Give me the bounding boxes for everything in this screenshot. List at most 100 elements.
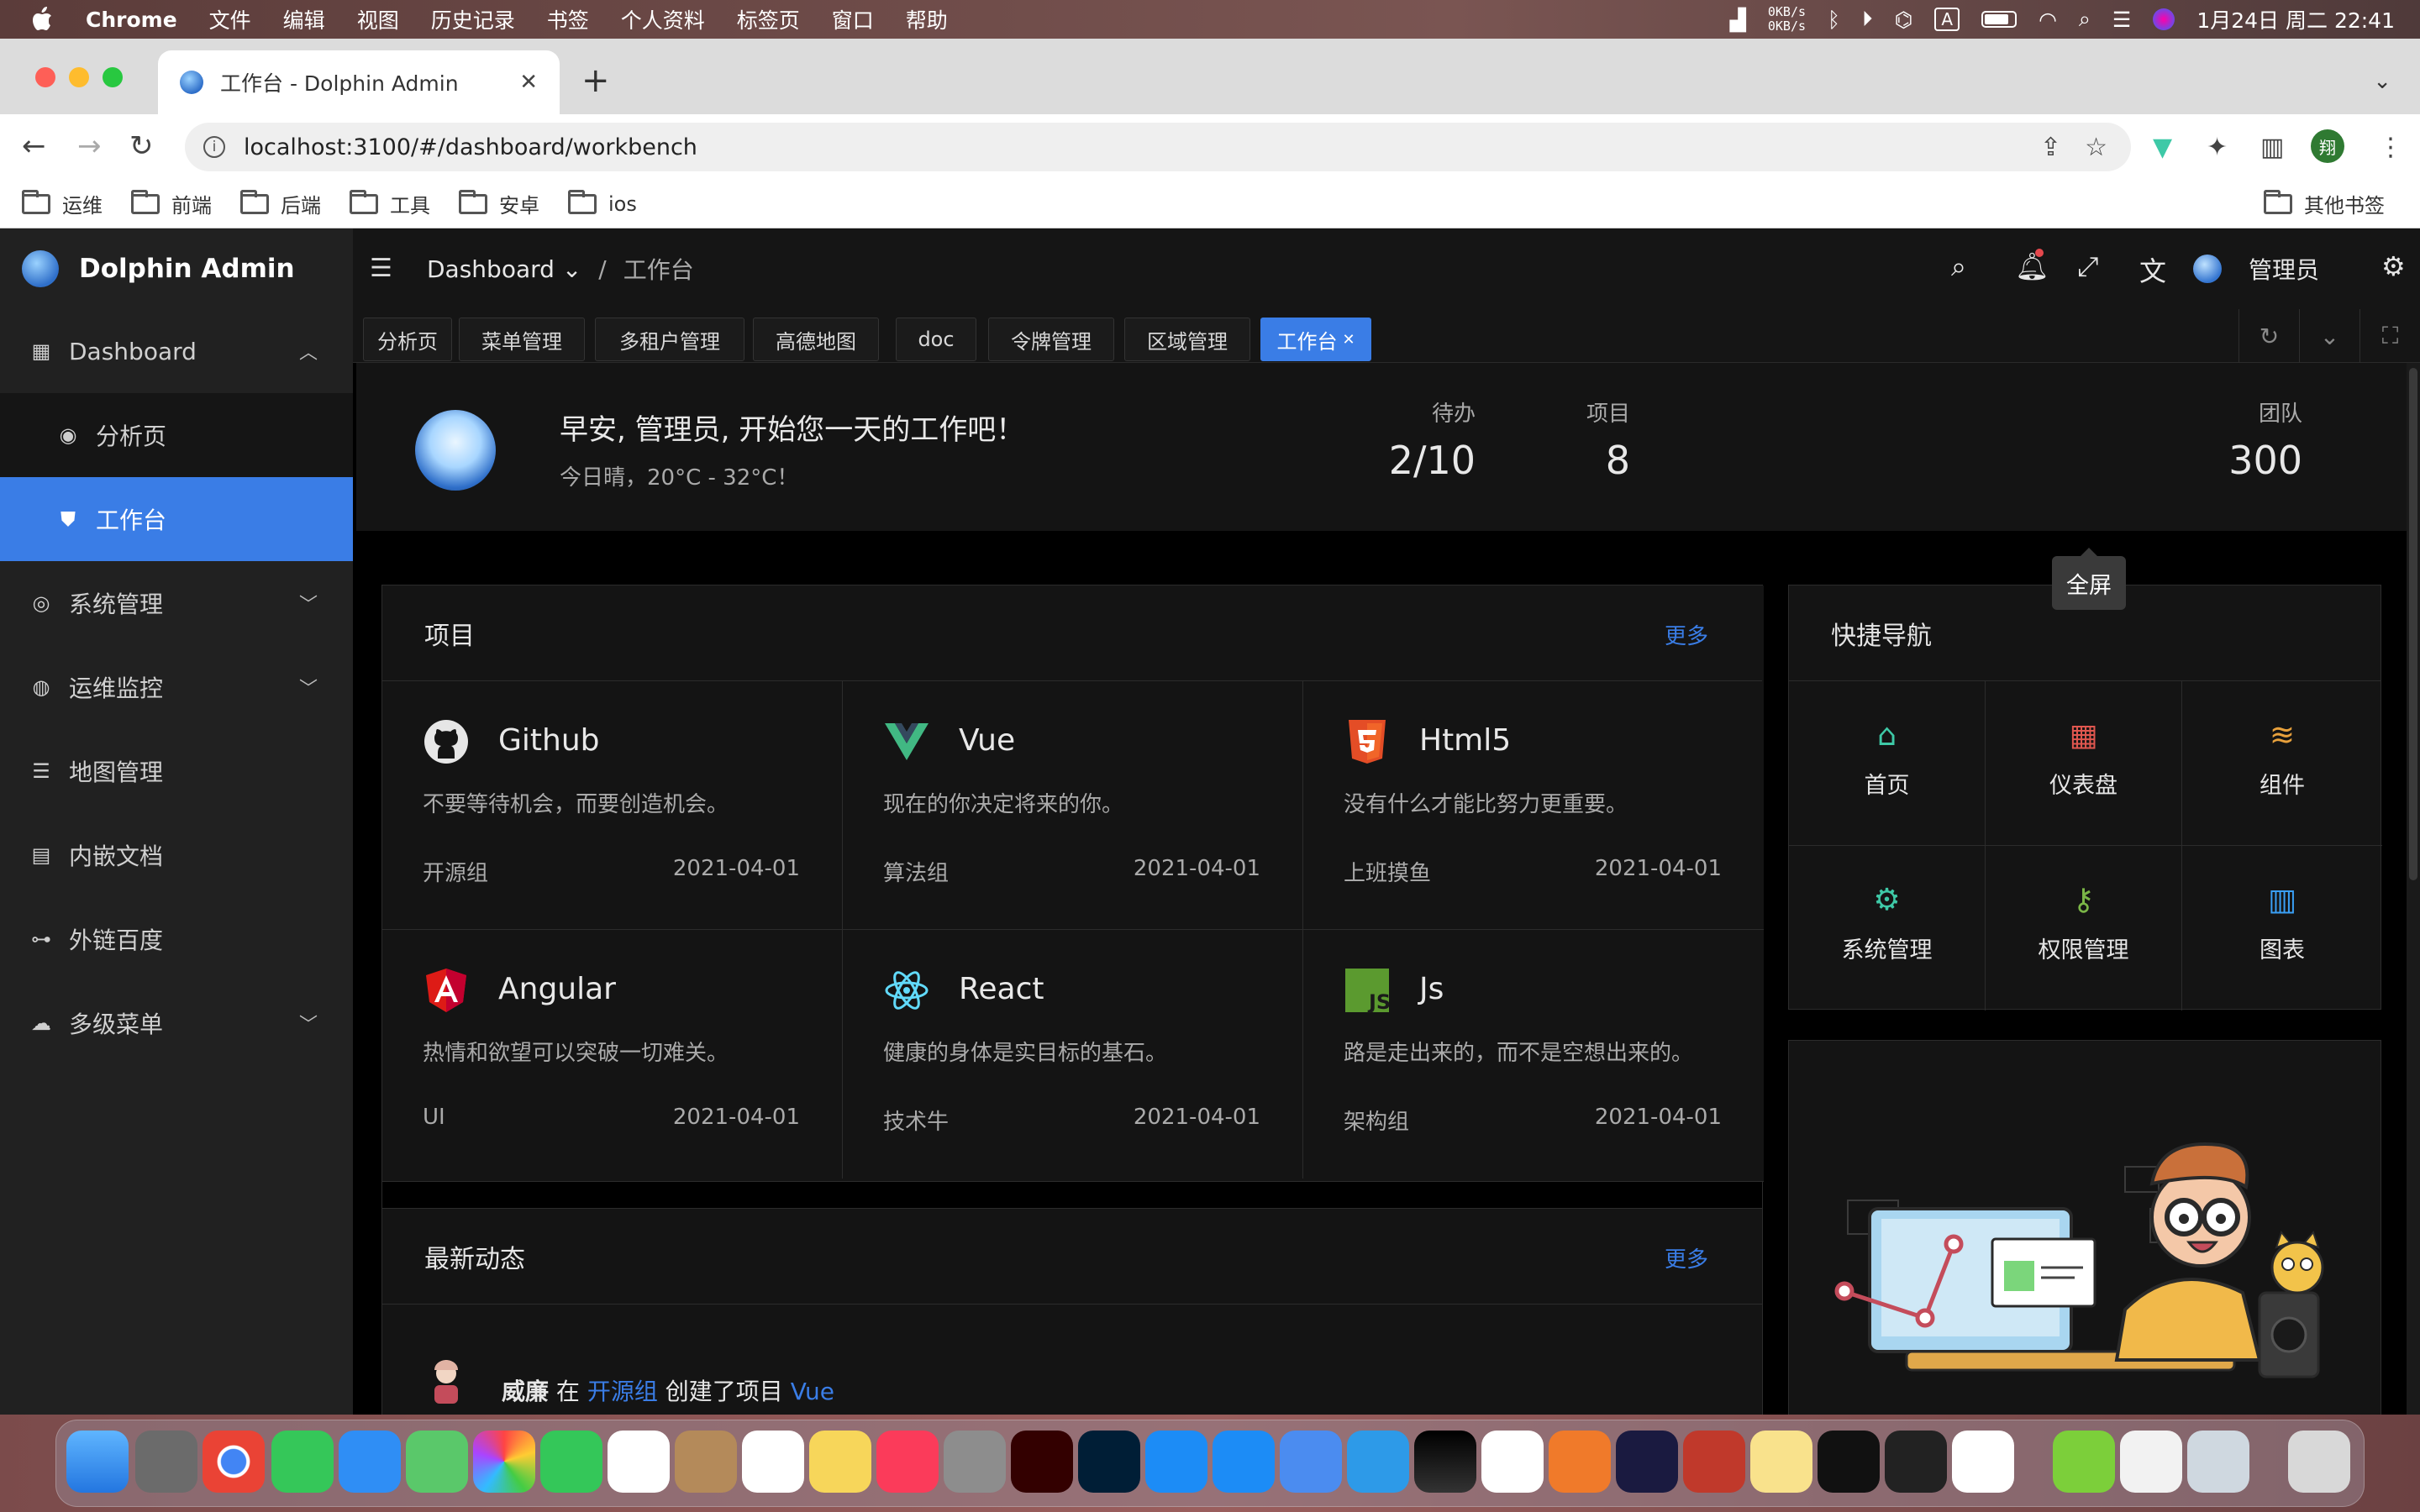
extensions-icon[interactable]: ✦ xyxy=(2207,133,2228,162)
translate-icon[interactable]: 文 xyxy=(2139,250,2166,289)
activity-monitor-icon[interactable] xyxy=(1818,1431,1880,1493)
browser-tab[interactable]: 工作台 - Dolphin Admin ✕ xyxy=(158,50,560,114)
sidebar-item-system[interactable]: ◎ 系统管理 ﹀ xyxy=(0,561,353,645)
quicknav-home[interactable]: ⌂ 首页 xyxy=(1789,681,1986,846)
menu-profile[interactable]: 个人资料 xyxy=(621,4,705,34)
photoshop-icon[interactable] xyxy=(1078,1431,1140,1493)
refresh-icon[interactable]: ↻ xyxy=(2238,309,2299,363)
menu-edit[interactable]: 编辑 xyxy=(283,4,325,34)
back-icon[interactable]: ← xyxy=(22,129,46,163)
tab-workbench[interactable]: 工作台 ✕ xyxy=(1260,318,1371,361)
close-tab-icon[interactable]: ✕ xyxy=(1342,331,1355,349)
sidebar-item-map[interactable]: ☰ 地图管理 xyxy=(0,729,353,813)
chat-app-icon[interactable] xyxy=(1616,1431,1678,1493)
messages-icon[interactable] xyxy=(271,1431,334,1493)
minimize-window-button[interactable] xyxy=(69,67,89,87)
typora-icon[interactable] xyxy=(1952,1431,2014,1493)
other-bookmarks-folder[interactable]: 其他书签 xyxy=(2264,189,2385,218)
quicknav-dashboard[interactable]: ▦ 仪表盘 xyxy=(1986,681,2182,846)
play-icon[interactable]: ⏵ xyxy=(1862,7,1873,32)
pen-tool-icon[interactable] xyxy=(1549,1431,1611,1493)
chrome-app-icon[interactable] xyxy=(203,1431,265,1493)
notes-icon[interactable] xyxy=(809,1431,871,1493)
menu-chrome[interactable]: Chrome xyxy=(86,8,177,32)
launchpad-icon[interactable] xyxy=(135,1431,197,1493)
reload-icon[interactable]: ↻ xyxy=(129,129,154,163)
menu-fold-icon[interactable]: ☰ xyxy=(370,254,392,283)
system-settings-icon[interactable] xyxy=(944,1431,1006,1493)
tab-menu[interactable]: 菜单管理 xyxy=(459,318,585,361)
mail-icon[interactable] xyxy=(339,1431,401,1493)
user-dropdown[interactable]: 管理员 xyxy=(2192,228,2319,309)
menu-history[interactable]: 历史记录 xyxy=(431,4,515,34)
settings-gear-icon[interactable]: ⚙ xyxy=(2381,250,2406,282)
vscode-icon[interactable] xyxy=(1481,1431,1544,1493)
share-icon[interactable]: ⇪ xyxy=(2040,133,2061,162)
bookmark-folder[interactable]: ios xyxy=(568,189,637,216)
sidebar-item-baidu[interactable]: ⊶ 外链百度 xyxy=(0,897,353,981)
tab-region[interactable]: 区域管理 xyxy=(1124,318,1250,361)
app-store-icon[interactable] xyxy=(1145,1431,1207,1493)
xcode-tool-icon[interactable] xyxy=(1213,1431,1275,1493)
site-info-icon[interactable]: i xyxy=(203,136,225,158)
wifi-icon[interactable]: ◠ xyxy=(2039,8,2057,32)
illustrator-icon[interactable] xyxy=(1011,1431,1073,1493)
forward-icon[interactable]: → xyxy=(77,129,102,163)
tab-token[interactable]: 令牌管理 xyxy=(988,318,1114,361)
bookmark-folder[interactable]: 后端 xyxy=(240,189,321,218)
sidebar-item-workbench[interactable]: ⛊ 工作台 xyxy=(0,477,353,561)
apple-icon[interactable] xyxy=(30,6,57,33)
calendar-icon[interactable] xyxy=(608,1431,670,1493)
bell-icon[interactable]: 🔔︎ xyxy=(2015,249,2049,282)
menu-bookmarks[interactable]: 书签 xyxy=(547,4,589,34)
intellij-icon[interactable] xyxy=(1414,1431,1476,1493)
trash-icon[interactable] xyxy=(2288,1431,2350,1493)
menu-tabs[interactable]: 标签页 xyxy=(737,4,800,34)
activity-group-link[interactable]: 开源组 xyxy=(587,1378,658,1405)
project-item[interactable]: Html5 没有什么才能比努力更重要。 上班摸鱼 2021-04-01 xyxy=(1303,681,1764,930)
bookmark-folder[interactable]: 运维 xyxy=(22,189,103,218)
side-panel-icon[interactable]: ▥ xyxy=(2260,133,2284,162)
sidebar-item-analysis[interactable]: ◉ 分析页 xyxy=(0,393,353,477)
tab-analysis[interactable]: 分析页 xyxy=(363,318,452,361)
maps-icon[interactable] xyxy=(406,1431,468,1493)
activity-more-link[interactable]: 更多 xyxy=(1665,1242,1708,1273)
profile-avatar[interactable]: 翔 xyxy=(2311,129,2344,163)
input-method-icon[interactable]: A xyxy=(1934,8,1960,31)
sidebar-item-multilevel[interactable]: ☁ 多级菜单 ﹀ xyxy=(0,981,353,1065)
close-window-button[interactable] xyxy=(35,67,55,87)
menu-file[interactable]: 文件 xyxy=(209,4,251,34)
bookmark-folder[interactable]: 安卓 xyxy=(459,189,539,218)
project-item[interactable]: React 健康的身体是实目标的基石。 技术牛 2021-04-01 xyxy=(843,930,1303,1179)
facetime-icon[interactable] xyxy=(540,1431,602,1493)
search-icon[interactable]: ⌕ xyxy=(1951,250,1966,283)
address-bar[interactable]: i localhost:3100/#/dashboard/workbench ⇪… xyxy=(185,123,2131,171)
tab-amap[interactable]: 高德地图 xyxy=(753,318,879,361)
activity-project-link[interactable]: Vue xyxy=(791,1378,834,1405)
battery-icon[interactable] xyxy=(1981,11,2018,28)
menu-window[interactable]: 窗口 xyxy=(832,4,874,34)
download-app-icon[interactable] xyxy=(2053,1431,2115,1493)
project-item[interactable]: Vue 现在的你决定将来的你。 算法组 2021-04-01 xyxy=(843,681,1303,930)
instruments-icon[interactable] xyxy=(1347,1431,1409,1493)
maximize-content-icon[interactable]: ⛶ xyxy=(2360,309,2420,363)
siri-icon[interactable] xyxy=(2153,8,2175,30)
projects-more-link[interactable]: 更多 xyxy=(1665,619,1708,650)
contacts-icon[interactable] xyxy=(675,1431,737,1493)
sidebar-item-dashboard[interactable]: ▦ Dashboard ︿ xyxy=(0,309,353,393)
app-logo[interactable]: Dolphin Admin xyxy=(0,228,353,309)
fullscreen-icon[interactable]: ⤢ xyxy=(2077,250,2099,283)
maximize-window-button[interactable] xyxy=(103,67,123,87)
terminal-icon[interactable] xyxy=(1885,1431,1947,1493)
bookmark-folder[interactable]: 工具 xyxy=(350,189,430,218)
breadcrumb-parent[interactable]: Dashboard ⌄ xyxy=(427,255,581,283)
reminders-icon[interactable] xyxy=(742,1431,804,1493)
new-tab-button[interactable]: + xyxy=(581,64,610,97)
tab-search-chevron-icon[interactable]: ⌄ xyxy=(2373,69,2391,94)
fluffy-app-icon[interactable] xyxy=(1750,1431,1812,1493)
close-tab-icon[interactable]: ✕ xyxy=(519,70,538,95)
menu-help[interactable]: 帮助 xyxy=(906,4,948,34)
tab-doc[interactable]: doc xyxy=(896,318,976,361)
sidebar-item-monitor[interactable]: ◍ 运维监控 ﹀ xyxy=(0,645,353,729)
bluetooth-icon[interactable]: ᛒ xyxy=(1828,8,1840,32)
